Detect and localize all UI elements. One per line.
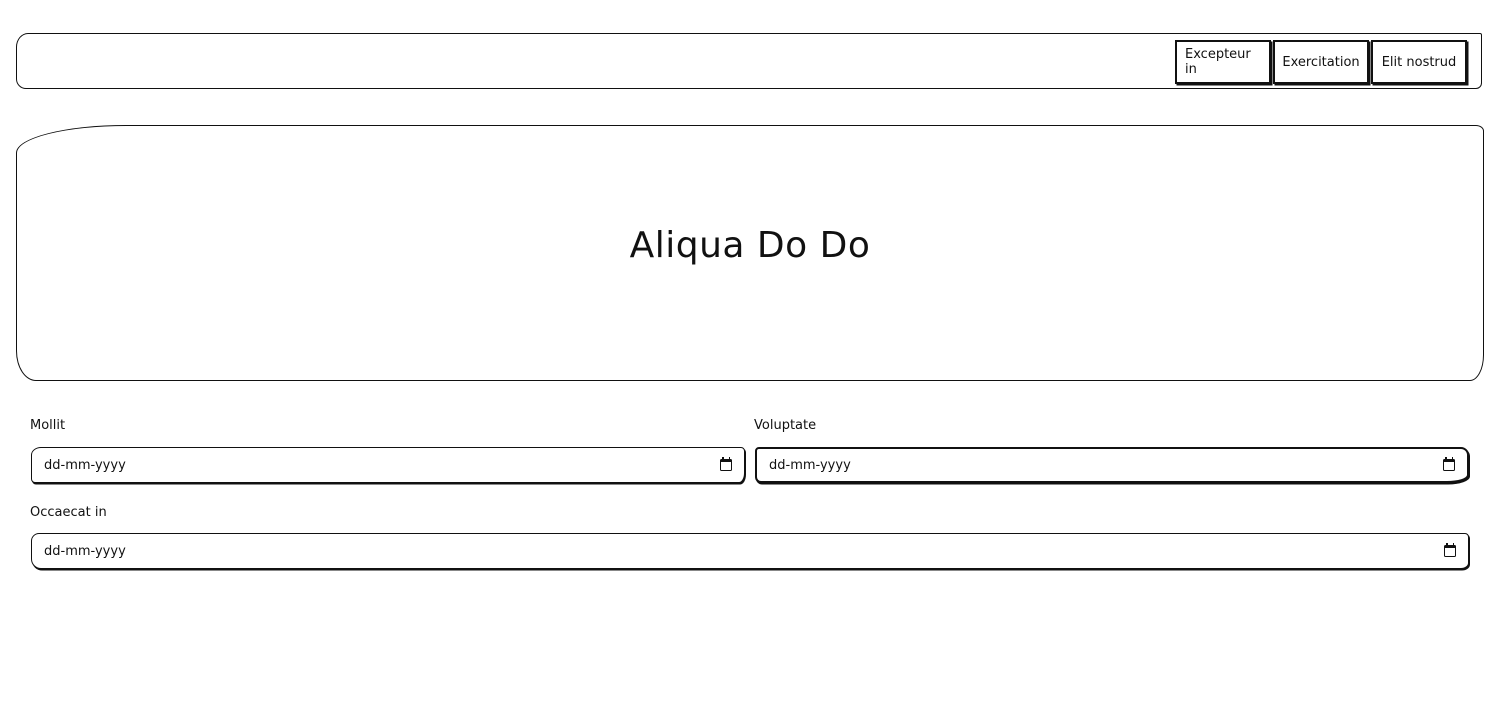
nav-button-exercitation[interactable]: Exercitation [1273,40,1369,84]
top-navbar: Excepteur in Exercitation Elit nostrud [16,33,1482,89]
calendar-icon[interactable] [1444,543,1456,557]
voluptate-date-value: dd-mm-yyyy [769,457,851,473]
nav-button-group: Excepteur in Exercitation Elit nostrud [1175,40,1467,84]
occaecat-in-date-input[interactable]: dd-mm-yyyy [31,533,1469,569]
voluptate-label: Voluptate [754,418,817,433]
nav-button-elit-nostrud[interactable]: Elit nostrud [1371,40,1467,84]
mollit-date-input[interactable]: dd-mm-yyyy [31,447,745,483]
calendar-icon[interactable] [720,457,732,471]
occaecat-in-label: Occaecat in [30,505,107,520]
occaecat-in-date-value: dd-mm-yyyy [44,543,126,559]
voluptate-date-input[interactable]: dd-mm-yyyy [755,447,1469,483]
hero-banner: Aliqua Do Do [16,125,1484,381]
mollit-label: Mollit [30,418,66,433]
mollit-date-value: dd-mm-yyyy [44,457,126,473]
hero-title: Aliqua Do Do [629,224,871,266]
nav-button-excepteur-in[interactable]: Excepteur in [1175,40,1271,84]
calendar-icon[interactable] [1443,457,1455,471]
